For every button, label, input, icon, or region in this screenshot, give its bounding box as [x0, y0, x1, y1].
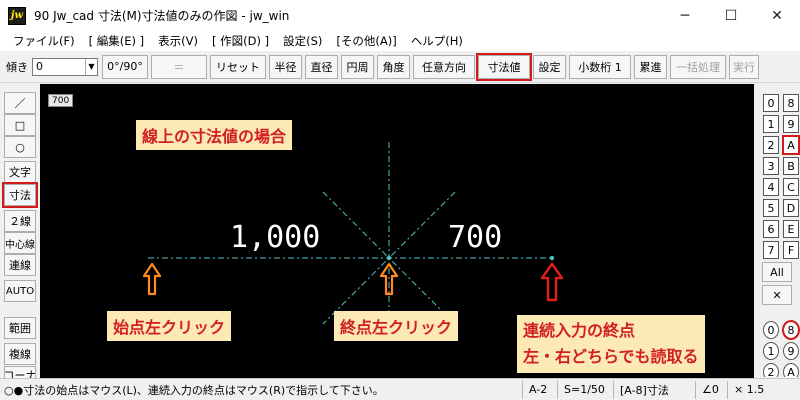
- layer-7-button[interactable]: 7: [763, 241, 779, 259]
- layer-9-button[interactable]: 9: [783, 115, 799, 133]
- endpoint-marker: [549, 255, 555, 261]
- batch-process-button[interactable]: 一括処理: [670, 54, 726, 79]
- status-bar: ○●寸法の始点はマウス(L)、連続入力の終点はマウス(R)で指示して下さい。 A…: [0, 378, 800, 400]
- all-layers-button[interactable]: All: [762, 262, 792, 282]
- layer-c-button[interactable]: C: [783, 178, 799, 196]
- menu-other[interactable]: [その他(A)]: [329, 33, 403, 49]
- layer-2-button[interactable]: 2: [763, 136, 779, 154]
- angle-select[interactable]: 0 ▼: [32, 57, 98, 76]
- layer-3-button[interactable]: 3: [763, 157, 779, 175]
- menu-help[interactable]: ヘルプ(H): [404, 33, 470, 49]
- layer-panel: 08 19 2A 3B 4C 5D 6E 7F All ✕ 08 19 2A: [754, 84, 800, 378]
- status-message: ○●寸法の始点はマウス(L)、連続入力の終点はマウス(R)で指示して下さい。: [4, 383, 384, 397]
- execute-button[interactable]: 実行: [729, 54, 759, 79]
- angle-status[interactable]: ∠0: [695, 380, 727, 399]
- circumference-button[interactable]: 円周: [341, 54, 374, 79]
- auto-mode-button[interactable]: AUTO: [4, 280, 36, 302]
- center-line-tool-button[interactable]: 中心線: [4, 232, 36, 254]
- continuous-line-tool-button[interactable]: 連線: [4, 254, 36, 276]
- scale-status[interactable]: S=1/50: [557, 380, 613, 399]
- dimension-toolbar: 傾き 0 ▼ 0°/90° ＝ リセット 半径 直径 円周 角度 任意方向 寸法…: [0, 51, 800, 83]
- line-tool-button[interactable]: ／: [4, 92, 36, 114]
- chevron-down-icon[interactable]: ▼: [85, 58, 97, 75]
- decimals-button[interactable]: 小数桁 1: [569, 54, 631, 79]
- factor-status[interactable]: × 1.5: [727, 380, 771, 399]
- layer-f-button[interactable]: F: [783, 241, 799, 259]
- menu-draw[interactable]: [ 作図(D) ]: [205, 33, 276, 49]
- layer-clear-button[interactable]: ✕: [762, 285, 792, 305]
- layer-group-1-button[interactable]: 1: [763, 342, 779, 360]
- layer-0-button[interactable]: 0: [763, 94, 779, 112]
- equals-button[interactable]: ＝: [151, 54, 207, 79]
- app-icon-text: jw: [10, 10, 24, 21]
- paper-size-status[interactable]: A-2: [522, 380, 557, 399]
- dimension-value-right: 700: [448, 220, 503, 255]
- layer-status[interactable]: [A-8]寸法: [613, 380, 695, 399]
- drawing-canvas[interactable]: 700 線上の寸法値の場合 1,000 700 始点左クリック 終点左クリック …: [40, 84, 754, 378]
- circle-tool-button[interactable]: ○: [4, 136, 36, 158]
- maximize-button[interactable]: ☐: [708, 0, 754, 31]
- radius-button[interactable]: 半径: [269, 54, 302, 79]
- minimize-button[interactable]: ─: [662, 0, 708, 31]
- window-title: 90 Jw_cad 寸法(M)寸法値のみの作図 - jw_win: [34, 9, 290, 23]
- double-line-tool-button[interactable]: ２線: [4, 210, 36, 232]
- layer-8-button[interactable]: 8: [783, 94, 799, 112]
- start-click-callout: 始点左クリック: [107, 311, 232, 341]
- close-button[interactable]: ✕: [754, 0, 800, 31]
- menu-edit[interactable]: [ 編集(E) ]: [82, 33, 152, 49]
- continuous-end-arrow-icon: [540, 262, 564, 302]
- any-direction-button[interactable]: 任意方向: [413, 54, 475, 79]
- menu-settings[interactable]: 設定(S): [276, 33, 329, 49]
- dimension-tool-button[interactable]: 寸法: [2, 182, 38, 208]
- reset-button[interactable]: リセット: [210, 54, 266, 79]
- angle-button[interactable]: 角度: [377, 54, 410, 79]
- continuous-end-line-1: 連続入力の終点: [523, 321, 636, 340]
- layer-group-9-button[interactable]: 9: [783, 342, 799, 360]
- app-icon[interactable]: jw: [8, 6, 26, 25]
- menu-view[interactable]: 表示(V): [151, 33, 205, 49]
- text-tool-button[interactable]: 文字: [4, 161, 36, 183]
- midpoint-marker: [386, 255, 392, 261]
- layer-6-button[interactable]: 6: [763, 220, 779, 238]
- layer-group-0-button[interactable]: 0: [763, 321, 779, 339]
- copy-line-tool-button[interactable]: 複線: [4, 343, 36, 365]
- layer-a-button[interactable]: A: [782, 135, 800, 155]
- continuous-end-callout: 連続入力の終点 左・右どちらでも読取る: [517, 315, 705, 373]
- heading-callout: 線上の寸法値の場合: [136, 120, 293, 150]
- dimension-value-button[interactable]: 寸法値: [476, 52, 532, 81]
- layer-1-button[interactable]: 1: [763, 115, 779, 133]
- angle-label: 傾き: [6, 60, 28, 74]
- start-arrow-icon: [142, 262, 162, 296]
- angle-toggle-button[interactable]: 0°/90°: [102, 54, 148, 79]
- layer-d-button[interactable]: D: [783, 199, 799, 217]
- left-tool-panel: ／ □ ○ 文字 寸法 ２線 中心線 連線 AUTO 範囲 複線 コーナ: [0, 84, 40, 380]
- continuous-end-line-2: 左・右どちらでも読取る: [523, 347, 699, 366]
- title-bar: jw 90 Jw_cad 寸法(M)寸法値のみの作図 - jw_win ─ ☐ …: [0, 0, 800, 31]
- angle-select-value: 0: [36, 60, 43, 73]
- end-click-callout: 終点左クリック: [334, 311, 459, 341]
- dimension-value-left: 1,000: [230, 220, 321, 255]
- range-tool-button[interactable]: 範囲: [4, 317, 36, 339]
- layer-group-8-button[interactable]: 8: [782, 320, 800, 340]
- scale-badge: 700: [48, 94, 74, 107]
- layer-4-button[interactable]: 4: [763, 178, 779, 196]
- cumulative-button[interactable]: 累進: [634, 54, 667, 79]
- settings-button[interactable]: 設定: [533, 54, 566, 79]
- layer-group-a-button[interactable]: A: [783, 363, 799, 377]
- menu-file[interactable]: ファイル(F): [6, 33, 82, 49]
- menu-bar: ファイル(F) [ 編集(E) ] 表示(V) [ 作図(D) ] 設定(S) …: [0, 31, 800, 51]
- diameter-button[interactable]: 直径: [305, 54, 338, 79]
- layer-b-button[interactable]: B: [783, 157, 799, 175]
- layer-e-button[interactable]: E: [783, 220, 799, 238]
- layer-group-2-button[interactable]: 2: [763, 363, 779, 377]
- layer-5-button[interactable]: 5: [763, 199, 779, 217]
- rectangle-tool-button[interactable]: □: [4, 114, 36, 136]
